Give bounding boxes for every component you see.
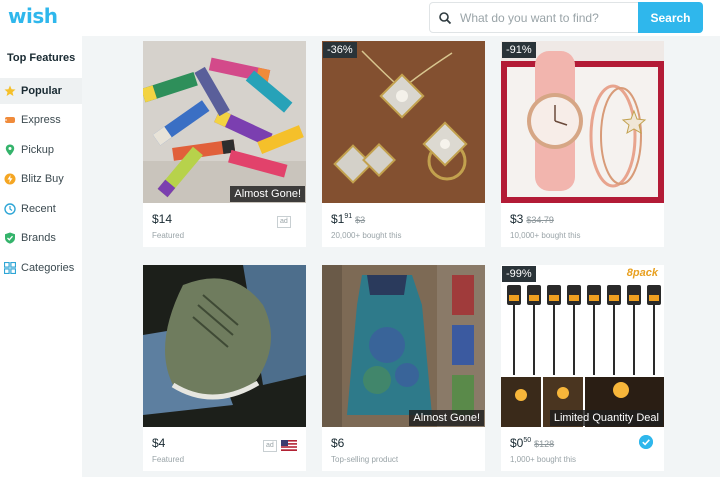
search-button[interactable]: Search (638, 2, 703, 33)
sidebar-item-categories[interactable]: Categories (0, 255, 82, 281)
sidebar-item-label: Express (21, 114, 61, 126)
discount-badge: -91% (502, 42, 536, 58)
product-photo (143, 41, 306, 203)
search-input[interactable] (460, 7, 638, 28)
sidebar-item-pickup[interactable]: Pickup (0, 137, 82, 163)
location-pin-icon (5, 144, 15, 156)
product-price: $050 $128 (510, 436, 555, 450)
product-subtitle: Featured (152, 455, 185, 464)
product-card[interactable]: -36% $191 $3 20,000+ bought this (322, 41, 485, 247)
product-image[interactable] (143, 265, 306, 427)
us-flag-icon (281, 440, 297, 451)
verified-check-icon (639, 435, 653, 449)
urgency-badge: Almost Gone! (409, 410, 484, 426)
shield-check-icon (5, 232, 15, 244)
ad-label: ad (263, 440, 277, 452)
sidebar-item-label: Categories (21, 262, 75, 274)
product-price: $4 (152, 436, 166, 450)
product-price: $14 (152, 212, 173, 226)
product-subtitle: Top-selling product (331, 455, 399, 464)
sidebar-item-label: Pickup (21, 144, 55, 156)
star-icon (4, 85, 16, 96)
discount-badge: -99% (502, 266, 536, 282)
product-subtitle: 20,000+ bought this (331, 231, 402, 240)
sidebar-item-label: Popular (21, 85, 62, 97)
product-subtitle: Featured (152, 231, 185, 240)
sidebar-item-recent[interactable]: Recent (0, 196, 82, 222)
product-image[interactable]: Almost Gone! (322, 265, 485, 427)
product-photo (501, 41, 664, 203)
urgency-badge: Almost Gone! (230, 186, 305, 202)
sidebar-item-label: Recent (21, 203, 56, 215)
pack-size-label: 8pack (626, 267, 658, 279)
product-photo (143, 265, 306, 427)
product-card[interactable]: -99% 8pack Limited Quantity Deal $050 $12… (501, 265, 664, 471)
sidebar-item-label: Blitz Buy (21, 173, 64, 185)
sidebar-item-brands[interactable]: Brands (0, 225, 82, 251)
original-price: $3 (355, 215, 366, 225)
product-image[interactable]: -91% (501, 41, 664, 203)
wish-logo[interactable]: wish (8, 4, 58, 28)
product-card[interactable]: Almost Gone! $6 Top-selling product (322, 265, 485, 471)
product-subtitle: 1,000+ bought this (510, 455, 577, 464)
top-header: wish Search (0, 0, 720, 36)
sidebar-item-express[interactable]: Express (0, 107, 82, 133)
sidebar-item-blitz-buy[interactable]: Blitz Buy (0, 166, 82, 192)
product-subtitle: 10,000+ bought this (510, 231, 581, 240)
product-card[interactable]: $4 ad Featured (143, 265, 306, 471)
sidebar-item-popular[interactable]: Popular (0, 78, 82, 104)
product-price: $6 (331, 436, 345, 450)
search-icon (439, 12, 452, 25)
ad-label: ad (277, 216, 291, 228)
product-photo (322, 41, 485, 203)
product-card[interactable]: -91% $3 $34.79 10,000+ bought this (501, 41, 664, 247)
clock-icon (4, 203, 16, 215)
sidebar: Top Features Popular Express Pickup Blit… (0, 36, 82, 477)
original-price: $128 (534, 439, 555, 449)
product-photo (501, 265, 664, 427)
product-image[interactable]: Almost Gone! (143, 41, 306, 203)
sidebar-title: Top Features (7, 52, 76, 64)
discount-badge: -36% (323, 42, 357, 58)
blitz-buy-icon (4, 173, 16, 185)
product-card[interactable]: Almost Gone! $14 ad Featured (143, 41, 306, 247)
product-price: $3 $34.79 (510, 212, 554, 226)
original-price: $34.79 (526, 215, 554, 225)
product-image[interactable]: -36% (322, 41, 485, 203)
product-image[interactable]: -99% 8pack Limited Quantity Deal (501, 265, 664, 427)
urgency-badge: Limited Quantity Deal (549, 410, 663, 426)
product-photo (322, 265, 485, 427)
product-price: $191 $3 (331, 212, 366, 226)
sidebar-item-label: Brands (21, 232, 56, 244)
express-icon (4, 117, 15, 123)
grid-icon (4, 262, 16, 274)
search-bar: Search (429, 2, 703, 33)
